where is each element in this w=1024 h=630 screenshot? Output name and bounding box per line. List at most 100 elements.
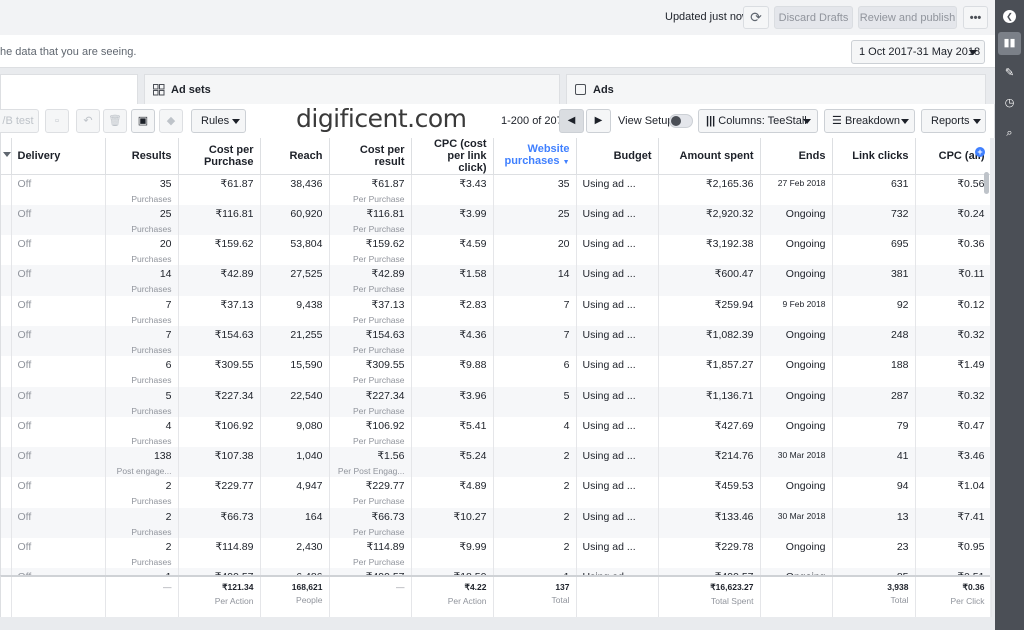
cell-cost-per-result: ₹114.89 Per Purchase — [329, 538, 412, 569]
next-page-button[interactable]: ▶ — [586, 109, 611, 133]
cell-reach: 27,525 — [260, 265, 330, 296]
add-column-icon[interactable]: + — [975, 147, 985, 157]
cell-cost-per-result: ₹66.73 Per Purchase — [329, 507, 412, 539]
history-button[interactable]: ◷ — [1001, 95, 1018, 112]
undo-button[interactable]: ↶ — [76, 109, 100, 133]
cell-cost-per-result: ₹154.63 Per Purchase — [329, 325, 412, 357]
cell-delivery: Off — [11, 477, 106, 508]
total-clicks-value: 3,938 — [887, 582, 909, 592]
row-gutter — [1, 356, 12, 387]
cell-cpc: ₹3.43 — [411, 174, 494, 205]
cell-reach: 22,540 — [260, 386, 330, 417]
cell-ends: Ongoing — [760, 235, 833, 266]
table-row[interactable]: Off 138 Post engage... ₹107.38 1,040 ₹1.56 Per… — [1, 447, 990, 478]
table-row[interactable]: Off 6 Purchases ₹309.55 15,590 ₹309.55 Per Pur… — [1, 356, 990, 387]
cell-cpc-all: ₹0.24 — [915, 204, 990, 236]
chevron-right-icon: ▶ — [594, 115, 603, 126]
columns-dropdown[interactable]: ||| Columns: TeeStall — [698, 109, 818, 133]
collapse-button[interactable]: ❮ — [1001, 8, 1018, 25]
date-range-picker[interactable]: 1 Oct 2017-31 May 2018 — [851, 40, 985, 64]
cell-cpc: ₹9.99 — [411, 538, 494, 569]
table-row[interactable]: Off 7 Purchases ₹154.63 21,255 ₹154.63 Per Pur… — [1, 325, 990, 357]
col-ends[interactable]: Ends — [760, 138, 833, 175]
table-row[interactable]: Off 2 Purchases ₹114.89 2,430 ₹114.89 Per Purc… — [1, 538, 990, 569]
chevron-down-icon — [969, 50, 977, 55]
col-cpc-link[interactable]: CPC (cost per link click) — [411, 138, 494, 175]
cell-budget: Using ad ... — [576, 325, 659, 357]
table-row[interactable]: Off1₹499.576,486₹499.57₹18.501Using ad .… — [1, 568, 990, 575]
cell-cost-per-purchase: ₹154.63 — [178, 325, 261, 357]
row-gutter — [1, 325, 12, 357]
col-reach[interactable]: Reach — [260, 138, 330, 175]
preview-button[interactable]: ▣ — [131, 109, 155, 133]
cell-cpc-all: ₹3.46 — [915, 447, 990, 478]
cell-link-clicks: 287 — [832, 386, 916, 417]
table-row[interactable]: Off 7 Purchases ₹37.13 9,438 ₹37.13 Per Purcha… — [1, 295, 990, 326]
charts-button[interactable]: ▮▮ — [998, 32, 1021, 55]
table-row[interactable]: Off 5 Purchases ₹227.34 22,540 ₹227.34 Per Pur… — [1, 386, 990, 417]
breakdown-label: Breakdown — [844, 115, 900, 127]
table-row[interactable]: Off 2 Purchases ₹66.73 164 ₹66.73 Per Purchase… — [1, 507, 990, 539]
cell-ends: 9 Feb 2018 — [760, 295, 833, 326]
tag-button[interactable]: ◆ — [159, 109, 183, 133]
delete-button[interactable]: 🗑 — [103, 109, 127, 133]
cell-cpc-all: ₹7.41 — [915, 507, 990, 539]
tab-ads[interactable]: Ads — [566, 74, 986, 104]
cell-cpc-all: ₹0.11 — [915, 265, 990, 296]
tag-icon: ◆ — [166, 115, 176, 127]
breakdown-dropdown[interactable]: ☰ Breakdown — [824, 109, 915, 133]
table-row[interactable]: Off 2 Purchases ₹229.77 4,947 ₹229.77 Per Purc… — [1, 477, 990, 508]
ab-test-button[interactable]: /B test — [0, 109, 39, 133]
cell-cost-per-purchase: ₹107.38 — [178, 447, 261, 478]
tab-adsets[interactable]: Ad sets — [144, 74, 560, 104]
magnifier-icon: ⌕ — [1006, 127, 1013, 139]
cell-delivery: Off — [11, 204, 106, 236]
cell-ends: 30 Mar 2018 — [760, 507, 833, 539]
edit-panel-button[interactable]: ✎ — [1001, 65, 1018, 82]
columns-label: Columns: TeeStall — [718, 115, 807, 127]
inspect-button[interactable]: ⌕ — [1001, 125, 1018, 142]
cell-cost-per-purchase: ₹116.81 — [178, 204, 261, 236]
rules-dropdown[interactable]: Rules — [191, 109, 246, 133]
table-row[interactable]: Off 20 Purchases ₹159.62 53,804 ₹159.62 Per Pu… — [1, 235, 990, 266]
refresh-button[interactable]: ⟳ — [743, 6, 769, 29]
cell-budget: Using ad ... — [576, 507, 659, 539]
cell-cpc: ₹3.96 — [411, 386, 494, 417]
col-link-clicks[interactable]: Link clicks — [832, 138, 916, 175]
table-scrollbar[interactable] — [984, 172, 989, 194]
edit-button[interactable]: ▫ — [45, 109, 69, 133]
view-setup-label: View Setup — [618, 115, 674, 127]
view-setup-toggle[interactable] — [669, 114, 693, 128]
table-header: Delivery Results Cost per Purchase Reach… — [1, 138, 990, 175]
col-delivery[interactable]: Delivery — [11, 138, 106, 175]
table-row[interactable]: Off 25 Purchases ₹116.81 60,920 ₹116.81 Per Pu… — [1, 204, 990, 236]
table-row[interactable]: Off 35 Purchases ₹61.87 38,436 ₹61.87 Per Purc… — [1, 174, 990, 205]
cell-results: 4 Purchases — [105, 416, 179, 448]
reports-dropdown[interactable]: Reports — [921, 109, 986, 133]
clock-icon: ◷ — [1004, 97, 1015, 109]
discard-drafts-button[interactable]: Discard Drafts — [774, 6, 853, 29]
col-amount-spent[interactable]: Amount spent — [658, 138, 761, 175]
table-row[interactable]: Off 4 Purchases ₹106.92 9,080 ₹106.92 Per Purc… — [1, 416, 990, 448]
cell-results: 14 Purchases — [105, 265, 179, 296]
total-spent-sub: Total Spent — [710, 596, 754, 606]
total-website-purchases: 137 Total — [493, 577, 577, 617]
table-row[interactable]: Off 14 Purchases ₹42.89 27,525 ₹42.89 Per Purc… — [1, 265, 990, 296]
col-sort-caret[interactable] — [1, 138, 12, 175]
col-cost-per-purchase[interactable]: Cost per Purchase — [178, 138, 261, 175]
review-publish-button[interactable]: Review and publish — [858, 6, 957, 29]
prev-page-button[interactable]: ◀ — [559, 109, 584, 133]
undo-icon: ↶ — [83, 115, 93, 127]
cell-results: 35 Purchases — [105, 174, 179, 205]
col-budget[interactable]: Budget — [576, 138, 659, 175]
tab-campaigns[interactable] — [0, 74, 138, 104]
total-reach-sub: People — [296, 595, 323, 605]
cell-cpc-all: ₹0.32 — [915, 386, 990, 417]
col-cost-per-result[interactable]: Cost per result — [329, 138, 412, 175]
total-cost-per-purchase: ₹121.34 Per Action — [178, 577, 261, 617]
col-results[interactable]: Results — [105, 138, 179, 175]
more-options-button[interactable]: ••• — [963, 6, 988, 29]
chevron-left-icon: ◀ — [567, 115, 576, 126]
document-icon: ▫ — [55, 115, 59, 127]
col-website-purchases[interactable]: Website purchases ▼ — [493, 138, 577, 175]
